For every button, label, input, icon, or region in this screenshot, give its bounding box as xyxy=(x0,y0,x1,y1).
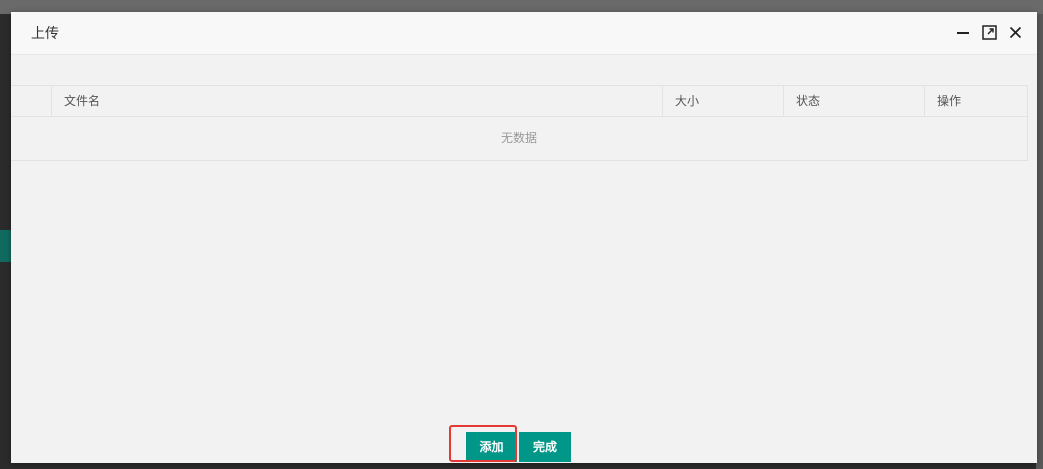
dialog-title: 上传 xyxy=(31,26,59,42)
header-size: 大小 xyxy=(663,86,784,116)
table-header-row: 文件名 大小 状态 操作 xyxy=(11,86,1027,117)
upload-file-table: 文件名 大小 状态 操作 无数据 xyxy=(11,85,1028,161)
dialog-footer-buttons: 添加 完成 xyxy=(466,432,571,462)
dialog-window-controls xyxy=(955,22,1023,42)
maximize-icon[interactable] xyxy=(981,22,997,42)
add-file-button[interactable]: 添加 xyxy=(466,432,517,462)
done-button[interactable]: 完成 xyxy=(519,432,571,462)
background-sidebar-accent xyxy=(0,230,11,262)
upload-dialog: 上传 文件名 大小 状态 操作 无数据 添加 完成 xyxy=(11,12,1037,463)
header-file-name: 文件名 xyxy=(52,86,663,116)
minimize-icon[interactable] xyxy=(955,22,971,42)
dialog-header: 上传 xyxy=(11,12,1037,55)
close-icon[interactable] xyxy=(1007,22,1023,42)
header-actions: 操作 xyxy=(937,94,962,108)
background-scroll-area xyxy=(1036,14,1043,469)
header-status: 状态 xyxy=(784,86,925,116)
table-empty-message: 无数据 xyxy=(500,131,537,145)
header-checkbox-column xyxy=(11,86,52,116)
